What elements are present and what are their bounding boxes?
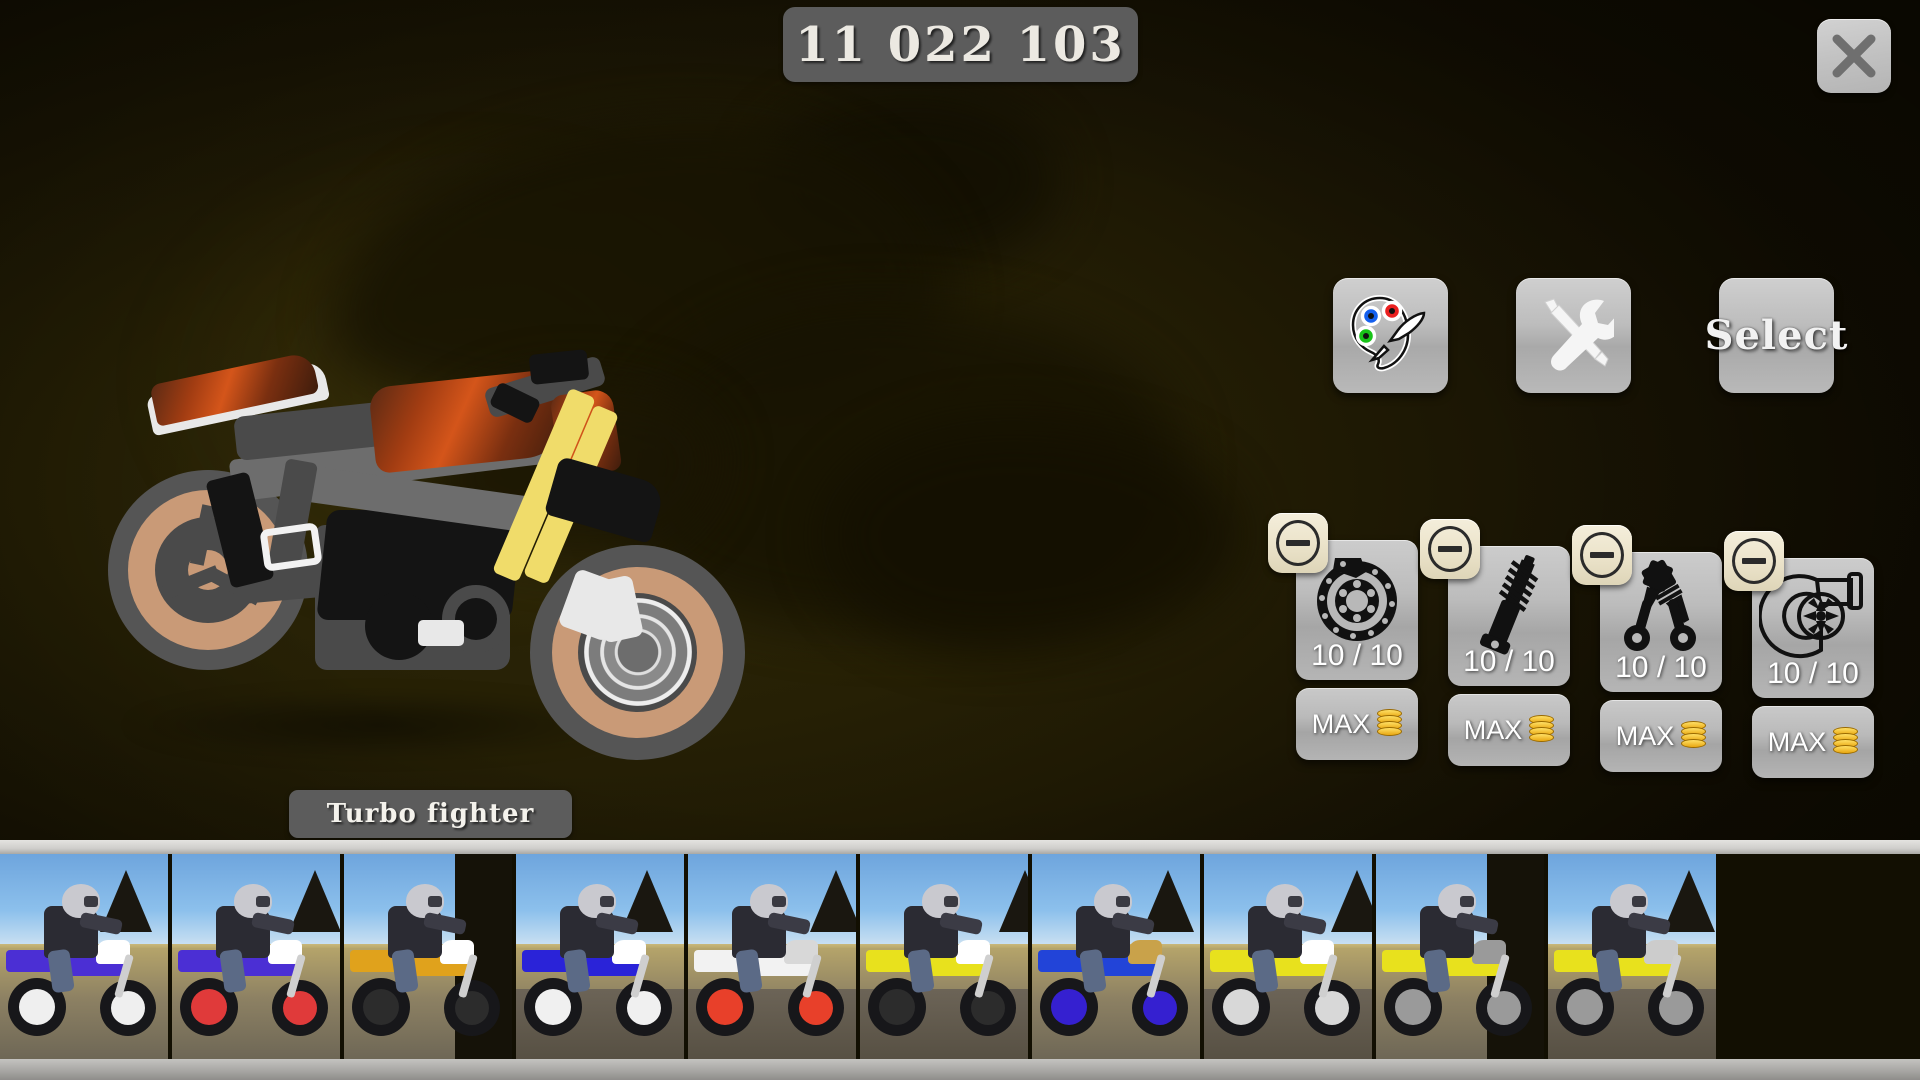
paint-palette-icon [1349,294,1432,377]
paint-button[interactable] [1333,278,1448,393]
upgrade-engine-buy-button[interactable]: MAX [1600,700,1722,772]
minus-icon [1732,538,1776,584]
thumb-selection-outline [1204,854,1372,1059]
select-button-label: Select [1704,312,1849,359]
upgrade-suspension-buy-button[interactable]: MAX [1448,694,1570,766]
frame-cutout [259,522,323,572]
money-counter: 11 022 103 [783,7,1138,82]
thumb-selection-outline [1376,854,1544,1059]
garage-thumbnail[interactable] [860,854,1028,1059]
garage-thumbnail[interactable] [344,854,512,1059]
decrement-brakes-button[interactable] [1268,513,1328,573]
upgrade-turbo-buy-label: MAX [1767,726,1827,757]
thumb-selection-outline [0,854,168,1059]
upgrade-engine-buy-label: MAX [1615,720,1675,751]
thumb-selection-outline [860,854,1028,1059]
decrement-engine-button[interactable] [1572,525,1632,585]
decrement-suspension-button[interactable] [1420,519,1480,579]
upgrade-brakes-level: 10 / 10 [1311,639,1403,672]
upgrade-suspension: 10 / 10 MAX [1420,519,1570,766]
thumb-selection-outline [344,854,512,1059]
upgrades-panel: 10 / 10 MAX 10 / 10 MAX 10 / 10 MAX 10 /… [1268,513,1896,800]
upgrade-turbo: 10 / 10 MAX [1724,531,1874,778]
garage-thumbnail[interactable] [1376,854,1544,1059]
garage-strip-top-rail [0,840,1920,854]
thumb-selection-outline [516,854,684,1059]
vehicle-name-label: Turbo fighter [289,790,572,838]
tools-wrench-screwdriver-icon [1534,293,1620,378]
thumb-selection-outline [688,854,856,1059]
thumb-selection-outline [172,854,340,1059]
thumb-selection-outline [1032,854,1200,1059]
coin-stack-icon [1529,715,1555,745]
bar-end-left [528,349,590,385]
garage-thumbnail[interactable] [0,854,168,1059]
upgrade-turbo-buy-button[interactable]: MAX [1752,706,1874,778]
upgrade-brakes-buy-label: MAX [1311,708,1371,739]
upgrade-engine-level: 10 / 10 [1615,651,1707,684]
bike-3d-preview[interactable] [100,330,800,760]
money-counter-value: 11 022 103 [795,16,1126,73]
decrement-turbo-button[interactable] [1724,531,1784,591]
select-button[interactable]: Select [1705,278,1847,393]
coin-stack-icon [1377,709,1403,739]
upgrade-brakes: 10 / 10 MAX [1268,513,1418,760]
tools-button[interactable] [1516,278,1631,393]
garage-thumbnail[interactable] [1204,854,1372,1059]
coin-stack-icon [1681,721,1707,751]
minus-icon [1580,532,1624,578]
garage-thumbnail[interactable] [1548,854,1716,1059]
garage-thumbnail[interactable] [1032,854,1200,1059]
exhaust-header [418,620,464,646]
minus-icon [1276,520,1320,566]
vehicle-name-text: Turbo fighter [326,799,535,829]
upgrade-brakes-buy-button[interactable]: MAX [1296,688,1418,760]
minus-icon [1428,526,1472,572]
garage-thumbnail[interactable] [688,854,856,1059]
coin-stack-icon [1833,727,1859,757]
close-button[interactable] [1817,19,1891,93]
garage-strip-scrollbar[interactable] [0,1059,1920,1080]
upgrade-turbo-level: 10 / 10 [1767,657,1859,690]
garage-thumbnail[interactable] [172,854,340,1059]
upgrade-suspension-buy-label: MAX [1463,714,1523,745]
thumb-selection-outline [1548,854,1716,1059]
upgrade-suspension-level: 10 / 10 [1463,645,1555,678]
upgrade-engine: 10 / 10 MAX [1572,525,1722,772]
garage-thumbnail-strip[interactable] [0,854,1920,1059]
garage-thumbnail[interactable] [516,854,684,1059]
